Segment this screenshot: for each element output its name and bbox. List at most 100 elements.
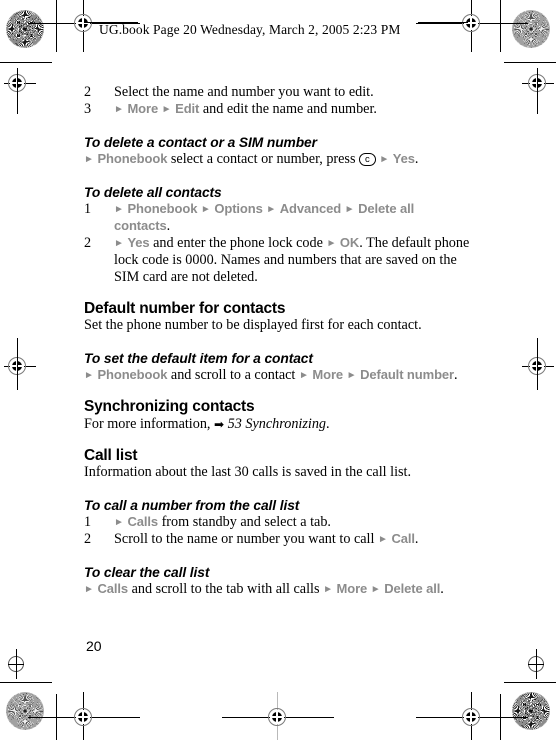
instruction-text: and scroll to the tab with all calls xyxy=(128,580,324,597)
page-number: 20 xyxy=(86,638,102,654)
menu-arrow-icon: ► xyxy=(298,370,309,382)
crop-line-left-lower-tick xyxy=(16,338,18,390)
registration-mark-right-upper xyxy=(522,72,554,98)
list-item: 1 ► Calls from standby and select a tab. xyxy=(84,514,472,531)
menu-reference: More xyxy=(336,580,368,596)
clear-key-icon: c xyxy=(359,152,376,166)
clear-call-list-instruction: ► Calls and scroll to the tab with all c… xyxy=(84,581,472,598)
menu-arrow-icon: ► xyxy=(326,237,337,249)
step-text-tail: . xyxy=(166,217,171,234)
cross-reference-link: 53 Synchronizing xyxy=(227,415,327,432)
step-text-lead: Scroll to the name or number you want to… xyxy=(114,530,378,547)
step-number: 1 xyxy=(84,200,92,217)
crop-line-top-right xyxy=(504,62,556,63)
step-number: 2 xyxy=(84,84,92,100)
heading-call-list: Call list xyxy=(84,446,138,464)
registration-mark-left-upper xyxy=(4,72,36,98)
menu-reference: Default number xyxy=(360,367,455,383)
sunburst-pattern-bottom-right xyxy=(512,692,550,730)
menu-reference: Calls xyxy=(97,580,129,596)
menu-reference: Call xyxy=(391,530,415,546)
registration-mark-right-lower xyxy=(522,355,554,381)
steps-edit-contact: 2 Select the name and number you want to… xyxy=(84,84,472,118)
step-text-tail: from standby and select a tab. xyxy=(158,513,331,530)
crop-line-right-lower-tick xyxy=(536,338,538,390)
menu-arrow-icon: ► xyxy=(346,370,357,382)
registration-mark-bottom-left xyxy=(28,692,140,740)
menu-arrow-icon: ► xyxy=(84,583,94,595)
menu-arrow-icon: ► xyxy=(161,104,172,116)
step-number: 1 xyxy=(84,513,92,530)
document-page: UG.book Page 20 Wednesday, March 2, 2005… xyxy=(0,0,556,740)
step-text: ► Calls from standby and select a tab. xyxy=(114,514,472,531)
header-file-info: UG.book Page 20 Wednesday, March 2, 2005… xyxy=(99,22,401,37)
step-text: Select the name and number you want to e… xyxy=(114,84,374,100)
call-list-body: Information about the last 30 calls is s… xyxy=(84,464,412,480)
registration-mark-top-right xyxy=(416,0,528,52)
instruction-text: select a contact or number, press xyxy=(167,150,360,167)
cross-reference-arrow-icon: ➡ xyxy=(214,417,225,432)
crop-line-left-vertical-top xyxy=(56,0,57,52)
heading-call-from-list: To call a number from the call list xyxy=(84,498,300,514)
menu-arrow-icon: ► xyxy=(379,153,390,165)
crop-line-right-vertical-top xyxy=(500,0,501,52)
sunburst-pattern-bottom-left xyxy=(6,692,44,730)
registration-mark-top-left xyxy=(28,0,140,52)
registration-mark-bottom-right-half xyxy=(527,649,547,679)
heading-delete-all-contacts: To delete all contacts xyxy=(84,184,222,200)
registration-mark-left-lower xyxy=(4,355,36,381)
menu-reference: More xyxy=(312,367,344,383)
default-number-body: Set the phone number to be displayed fir… xyxy=(84,317,422,334)
sync-suffix: . xyxy=(326,415,330,432)
list-item: 2 Scroll to the name or number you want … xyxy=(84,531,472,548)
menu-arrow-icon: ► xyxy=(266,203,277,215)
menu-reference: Edit xyxy=(175,101,200,117)
menu-reference: OK xyxy=(339,234,360,250)
list-item: 2 Select the name and number you want to… xyxy=(84,84,472,101)
step-text-tail: . xyxy=(414,530,419,547)
menu-arrow-icon: ► xyxy=(84,153,94,165)
sunburst-pattern-top-left xyxy=(6,10,44,48)
menu-arrow-icon: ► xyxy=(344,203,355,215)
menu-reference: Phonebook xyxy=(97,150,168,166)
registration-mark-bottom-right xyxy=(416,692,528,740)
registration-mark-bottom-left-half xyxy=(7,649,27,679)
header-rule-right xyxy=(418,22,468,23)
menu-reference: Delete all xyxy=(384,580,441,596)
step-text: ► Yes and enter the phone lock code ► OK… xyxy=(114,235,472,286)
menu-reference: Options xyxy=(214,200,263,216)
set-default-instruction: ► Phonebook and scroll to a contact ► Mo… xyxy=(84,367,472,384)
step-text-tail: and edit the name and number. xyxy=(199,101,377,118)
heading-clear-call-list: To clear the call list xyxy=(84,564,210,580)
menu-arrow-icon: ► xyxy=(200,203,211,215)
heading-set-default-item: To set the default item for a contact xyxy=(84,351,313,367)
menu-reference: Yes xyxy=(127,234,150,250)
sync-prefix: For more information, xyxy=(84,415,215,432)
menu-reference: More xyxy=(127,101,159,117)
menu-arrow-icon: ► xyxy=(323,583,333,595)
sync-body: For more information, ➡ 53 Synchronizing… xyxy=(84,416,472,433)
step-number: 2 xyxy=(84,530,92,547)
menu-arrow-icon: ► xyxy=(114,203,124,215)
crop-line-right-upper-tick xyxy=(536,68,538,114)
menu-arrow-icon: ► xyxy=(377,533,388,545)
crop-line-bottom-left xyxy=(0,682,52,683)
registration-mark-bottom-center xyxy=(222,692,334,740)
menu-arrow-icon: ► xyxy=(114,104,124,116)
page-content: 2 Select the name and number you want to… xyxy=(84,84,472,598)
instruction-text-tail: . xyxy=(440,580,444,597)
menu-reference: Yes xyxy=(392,150,415,166)
list-item: 1 ► Phonebook ► Options ► Advanced ► Del… xyxy=(84,201,472,235)
steps-call-from-list: 1 ► Calls from standby and select a tab.… xyxy=(84,514,472,548)
sunburst-pattern-top-right xyxy=(512,10,550,48)
menu-arrow-icon: ► xyxy=(370,583,381,595)
instruction-text: and scroll to a contact xyxy=(167,367,299,384)
step-text: ► More ► Edit and edit the name and numb… xyxy=(114,101,472,118)
instruction-text-tail: . xyxy=(454,367,458,384)
step-text-mid: and enter the phone lock code xyxy=(149,234,327,251)
menu-reference: Advanced xyxy=(279,200,342,216)
menu-arrow-icon: ► xyxy=(114,237,124,249)
menu-reference: Phonebook xyxy=(127,200,198,216)
menu-arrow-icon: ► xyxy=(84,370,94,382)
instruction-text-tail: . xyxy=(414,150,419,167)
